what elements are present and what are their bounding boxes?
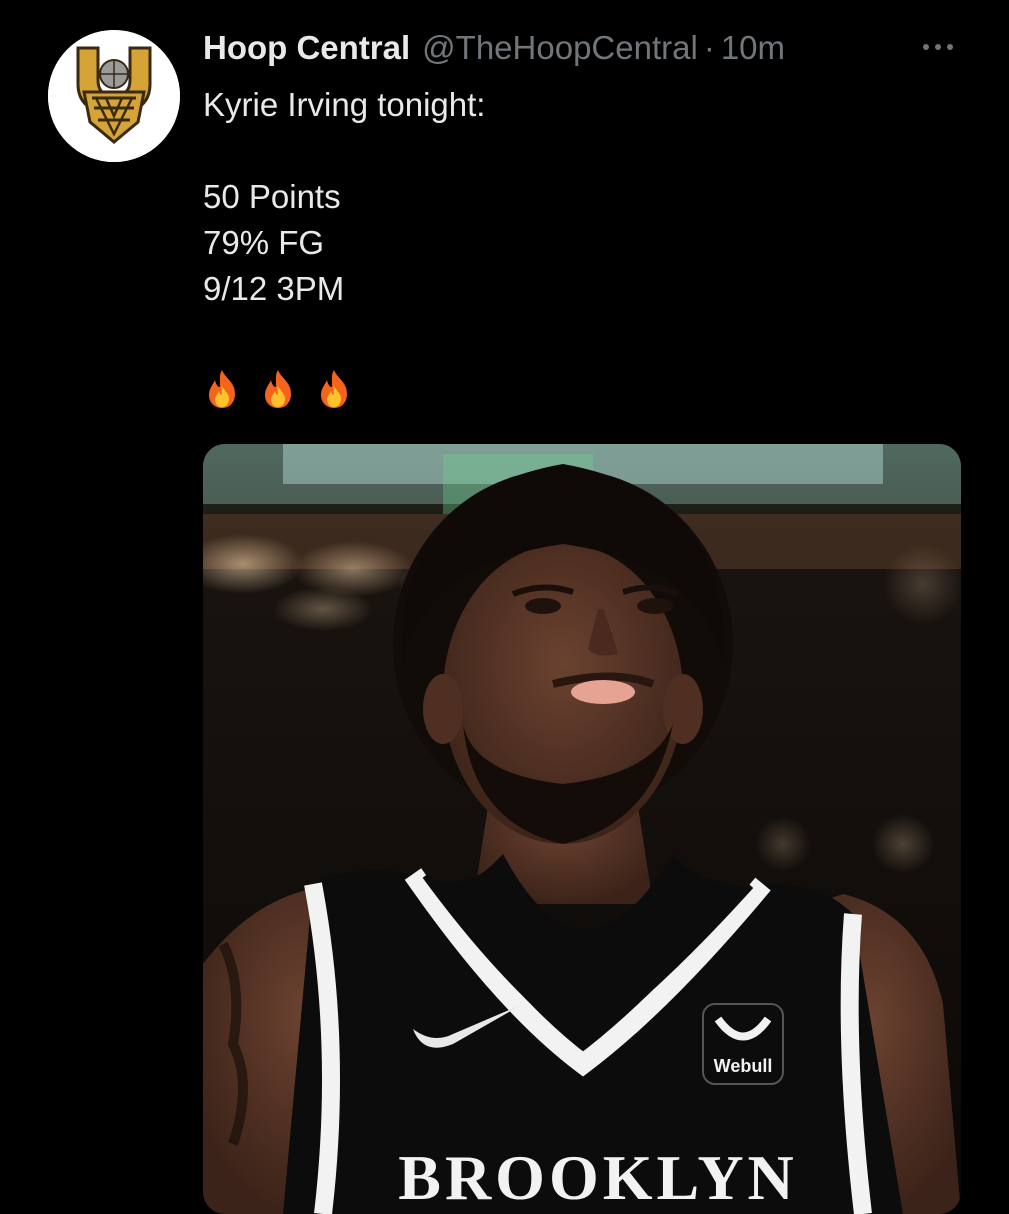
tweet[interactable]: Hoop Central @TheHoopCentral · 10m Kyrie… [0,0,1009,1214]
author-avatar[interactable] [48,30,180,162]
tweet-header: Hoop Central @TheHoopCentral · 10m [203,26,785,70]
tweet-timestamp[interactable]: 10m [721,26,785,70]
emoji-row [203,366,485,412]
tweet-text-line: 9/12 3PM [203,270,345,307]
hoop-central-logo-icon [48,30,180,162]
tweet-text-line: 50 Points [203,178,341,215]
jersey-sponsor-text: Webull [714,1056,773,1076]
author-handle[interactable]: @TheHoopCentral [422,26,698,70]
tweet-media-photo[interactable]: Webull BROOKLYN [203,444,961,1214]
tweet-text-line: Kyrie Irving tonight: [203,86,486,123]
fire-emoji-icon [209,370,235,408]
author-display-name[interactable]: Hoop Central [203,26,410,70]
fire-emoji-icon [265,370,291,408]
more-options-button[interactable] [916,30,960,66]
player-photo: Webull BROOKLYN [203,444,961,1214]
more-options-icon [923,44,953,50]
jersey-wordmark-text: BROOKLYN [398,1142,798,1213]
fire-emoji-icon [321,370,347,408]
tweet-text-line: 79% FG [203,224,325,261]
tweet-body: Kyrie Irving tonight: 50 Points 79% FG 9… [203,82,485,412]
separator-dot: · [703,29,715,66]
